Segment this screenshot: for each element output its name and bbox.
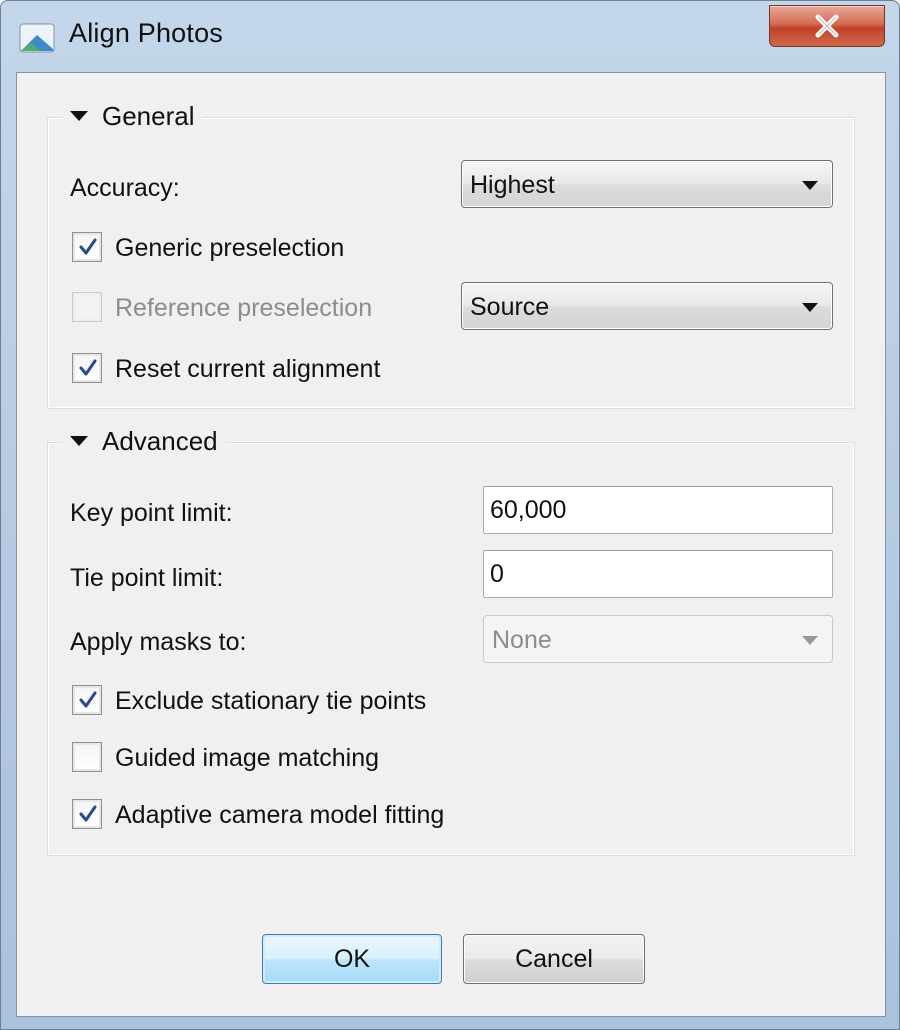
chevron-down-icon: [802, 303, 818, 312]
window-title: Align Photos: [69, 18, 223, 48]
close-button[interactable]: [769, 5, 885, 47]
tie-point-limit-field[interactable]: [483, 550, 833, 598]
general-group-header[interactable]: General: [62, 98, 203, 134]
advanced-group-header[interactable]: Advanced: [62, 423, 226, 459]
key-point-limit-input[interactable]: [484, 487, 832, 533]
checkmark-icon: [79, 691, 97, 708]
chevron-down-icon: [802, 636, 818, 645]
triangle-down-icon[interactable]: [70, 111, 88, 121]
advanced-group: Advanced Key point limit: Tie point limi…: [47, 423, 855, 856]
adaptive-fitting-label[interactable]: Adaptive camera model fitting: [115, 801, 444, 830]
checkmark-icon: [79, 359, 97, 376]
accuracy-label: Accuracy:: [70, 174, 180, 202]
close-icon: [815, 14, 839, 38]
guided-matching-checkbox[interactable]: [72, 742, 102, 772]
tie-point-limit-label: Tie point limit:: [70, 564, 224, 592]
general-group-title: General: [102, 100, 195, 131]
reference-source-dropdown[interactable]: Source: [461, 282, 833, 330]
accuracy-value: Highest: [470, 171, 555, 199]
cancel-button[interactable]: Cancel: [463, 934, 645, 984]
reset-alignment-checkbox[interactable]: [72, 353, 102, 383]
title-bar[interactable]: Align Photos: [1, 1, 899, 71]
ok-button[interactable]: OK: [262, 934, 442, 984]
accuracy-dropdown[interactable]: Highest: [461, 160, 833, 208]
guided-matching-label[interactable]: Guided image matching: [115, 744, 379, 773]
advanced-group-title: Advanced: [102, 425, 218, 456]
reference-source-value: Source: [470, 293, 550, 321]
chevron-down-icon: [802, 181, 818, 190]
reset-alignment-label[interactable]: Reset current alignment: [115, 355, 380, 384]
generic-preselection-checkbox[interactable]: [72, 232, 102, 262]
apply-masks-dropdown[interactable]: None: [483, 615, 833, 663]
reference-preselection-checkbox[interactable]: [72, 292, 102, 322]
apply-masks-value: None: [492, 626, 552, 654]
checkmark-icon: [79, 238, 97, 255]
adaptive-fitting-checkbox[interactable]: [72, 799, 102, 829]
apply-masks-label: Apply masks to:: [70, 628, 247, 656]
key-point-limit-field[interactable]: [483, 486, 833, 534]
general-group: General Accuracy: Highest Generic presel…: [47, 98, 855, 409]
exclude-stationary-label[interactable]: Exclude stationary tie points: [115, 687, 426, 716]
reference-preselection-label[interactable]: Reference preselection: [115, 294, 372, 323]
generic-preselection-label[interactable]: Generic preselection: [115, 234, 344, 263]
key-point-limit-label: Key point limit:: [70, 499, 233, 527]
align-photos-dialog: Align Photos General Accuracy: Highest G…: [0, 0, 900, 1030]
checkmark-icon: [79, 805, 97, 822]
exclude-stationary-checkbox[interactable]: [72, 685, 102, 715]
tie-point-limit-input[interactable]: [484, 551, 832, 597]
triangle-down-icon[interactable]: [70, 436, 88, 446]
photoscan-app-icon: [19, 23, 55, 53]
dialog-body: General Accuracy: Highest Generic presel…: [16, 72, 886, 1017]
